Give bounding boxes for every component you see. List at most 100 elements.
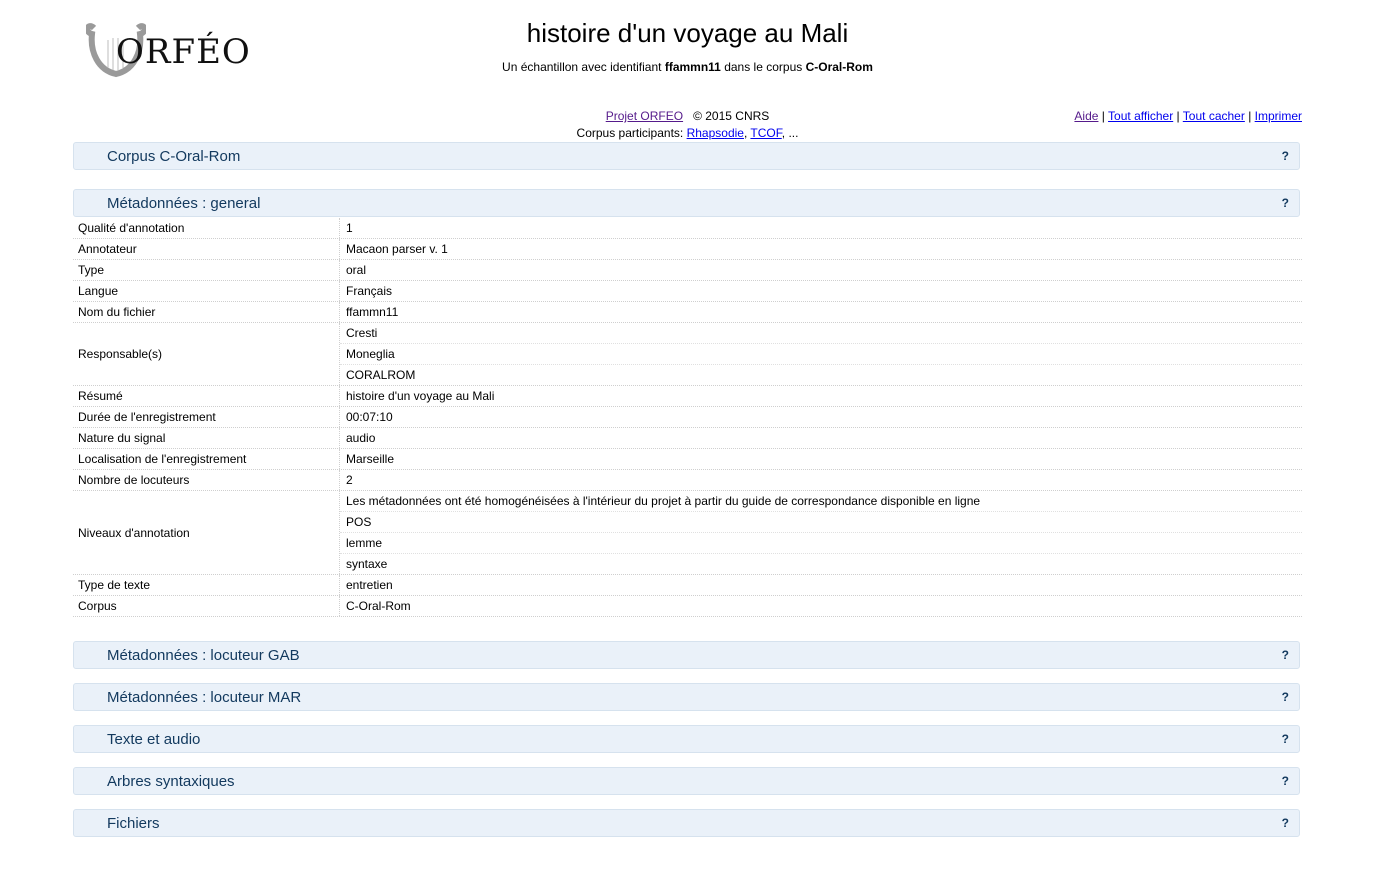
tout-afficher-link[interactable]: Tout afficher	[1108, 109, 1173, 123]
metadata-row: Langue Français	[73, 281, 1302, 302]
section-texte-audio[interactable]: Texte et audio ?	[73, 725, 1300, 753]
metadata-row: Responsable(s) Cresti Moneglia CORALROM	[73, 323, 1302, 386]
metadata-row: Type oral	[73, 260, 1302, 281]
metadata-values: Marseille	[340, 449, 1302, 469]
section-title: Métadonnées : general	[107, 195, 261, 212]
metadata-row: Nombre de locuteurs 2	[73, 470, 1302, 491]
metadata-row: Résumé histoire d'un voyage au Mali	[73, 386, 1302, 407]
metadata-key: Localisation de l'enregistrement	[73, 449, 340, 469]
metadata-value: Macaon parser v. 1	[346, 242, 448, 256]
metadata-values: Macaon parser v. 1	[340, 239, 1302, 259]
metadata-value: 2	[346, 473, 353, 487]
metadata-key: Langue	[73, 281, 340, 301]
metadata-value: Français	[346, 284, 393, 298]
metadata-values: oral	[340, 260, 1302, 280]
corpus-name: C-Oral-Rom	[805, 60, 873, 74]
metadata-values: entretien	[340, 575, 1302, 595]
help-icon[interactable]: ?	[1282, 816, 1289, 830]
separator: |	[1176, 109, 1180, 123]
metadata-row: Annotateur Macaon parser v. 1	[73, 239, 1302, 260]
metadata-values: histoire d'un voyage au Mali	[340, 386, 1302, 406]
rhapsodie-link[interactable]: Rhapsodie	[687, 126, 744, 140]
separator: |	[1101, 109, 1105, 123]
metadata-value: entretien	[346, 578, 393, 592]
metadata-value: CORALROM	[346, 368, 416, 382]
metadata-value: ffammn11	[346, 305, 399, 319]
metadata-value: 00:07:10	[346, 410, 393, 424]
metadata-value: Moneglia	[340, 344, 1302, 365]
metadata-value: Marseille	[346, 452, 395, 466]
metadata-value: oral	[346, 263, 367, 277]
metadata-row: Type de texte entretien	[73, 575, 1302, 596]
section-title: Métadonnées : locuteur MAR	[107, 689, 302, 706]
section-title: Fichiers	[107, 815, 160, 832]
metadata-key: Nature du signal	[73, 428, 340, 448]
metadata-key: Durée de l'enregistrement	[73, 407, 340, 427]
projet-orfeo-link[interactable]: Projet ORFEO	[606, 109, 683, 123]
metadata-key: Qualité d'annotation	[73, 218, 340, 238]
metadata-value: Les métadonnées ont été homogénéisées à …	[340, 491, 1302, 512]
metadata-row: Nom du fichier ffammn11	[73, 302, 1302, 323]
participants-label: Corpus participants:	[576, 126, 684, 140]
metadata-key: Responsable(s)	[73, 323, 340, 385]
section-corpus[interactable]: Corpus C-Oral-Rom ?	[73, 142, 1300, 170]
participants-line: Corpus participants: Rhapsodie, TCOF, ..…	[576, 126, 799, 140]
metadata-value: C-Oral-Rom	[346, 599, 411, 613]
metadata-row: Corpus C-Oral-Rom	[73, 596, 1302, 617]
metadata-key: Type	[73, 260, 340, 280]
metadata-value: audio	[346, 431, 376, 445]
metadata-values: 00:07:10	[340, 407, 1302, 427]
metadata-key: Niveaux d'annotation	[73, 491, 340, 574]
help-icon[interactable]: ?	[1282, 648, 1289, 662]
section-locuteur-gab[interactable]: Métadonnées : locuteur GAB ?	[73, 641, 1300, 669]
help-icon[interactable]: ?	[1282, 196, 1289, 210]
separator: |	[1248, 109, 1252, 123]
metadata-key: Résumé	[73, 386, 340, 406]
copyright-text: © 2015 CNRS	[693, 109, 770, 123]
metadata-row: Qualité d'annotation 1	[73, 218, 1302, 239]
help-icon[interactable]: ?	[1282, 149, 1289, 163]
section-title: Texte et audio	[107, 731, 201, 748]
metadata-value: Cresti	[340, 323, 1302, 344]
metadata-value: histoire d'un voyage au Mali	[346, 389, 495, 403]
help-icon[interactable]: ?	[1282, 690, 1289, 704]
metadata-key: Corpus	[73, 596, 340, 616]
top-links: Aide | Tout afficher | Tout cacher | Imp…	[1074, 108, 1302, 124]
metadata-values: 2	[340, 470, 1302, 490]
tcof-link[interactable]: TCOF	[750, 126, 781, 140]
page-title: histoire d'un voyage au Mali	[526, 18, 849, 48]
metadata-table: Qualité d'annotation 1 Annotateur Macaon pa…	[73, 218, 1302, 617]
metadata-row: Durée de l'enregistrement 00:07:10	[73, 407, 1302, 428]
subtitle-prefix: Un échantillon avec identifiant	[502, 60, 662, 74]
metadata-values: Français	[340, 281, 1302, 301]
section-locuteur-mar[interactable]: Métadonnées : locuteur MAR ?	[73, 683, 1300, 711]
metadata-values: ffammn11	[340, 302, 1302, 322]
metadata-values: C-Oral-Rom	[340, 596, 1302, 616]
help-icon[interactable]: ?	[1282, 774, 1289, 788]
metadata-values: Les métadonnées ont été homogénéisées à …	[340, 491, 1302, 574]
section-arbres-syntaxiques[interactable]: Arbres syntaxiques ?	[73, 767, 1300, 795]
help-icon[interactable]: ?	[1282, 732, 1289, 746]
section-title: Métadonnées : locuteur GAB	[107, 647, 300, 664]
metadata-values: audio	[340, 428, 1302, 448]
tout-cacher-link[interactable]: Tout cacher	[1183, 109, 1245, 123]
metadata-row: Localisation de l'enregistrement Marseill…	[73, 449, 1302, 470]
section-fichiers[interactable]: Fichiers ?	[73, 809, 1300, 837]
section-title: Arbres syntaxiques	[107, 773, 235, 790]
metadata-key: Type de texte	[73, 575, 340, 595]
metadata-value: syntaxe	[346, 557, 388, 571]
subtitle-middle: dans le corpus	[724, 60, 803, 74]
metadata-value: POS	[340, 512, 1302, 533]
metadata-value: lemme	[340, 533, 1302, 554]
metadata-values: 1	[340, 218, 1302, 238]
metadata-row: Niveaux d'annotation Les métadonnées ont …	[73, 491, 1302, 575]
sample-id: ffammn11	[664, 60, 721, 74]
metadata-values: Cresti Moneglia CORALROM	[340, 323, 1302, 385]
metadata-value: 1	[346, 221, 353, 235]
section-metadata-general[interactable]: Métadonnées : general ?	[73, 189, 1300, 217]
imprimer-link[interactable]: Imprimer	[1255, 109, 1302, 123]
page-subtitle: Un échantillon avec identifiant ffammn11…	[0, 59, 1375, 75]
aide-link[interactable]: Aide	[1074, 109, 1098, 123]
metadata-row: Nature du signal audio	[73, 428, 1302, 449]
metadata-key: Annotateur	[73, 239, 340, 259]
